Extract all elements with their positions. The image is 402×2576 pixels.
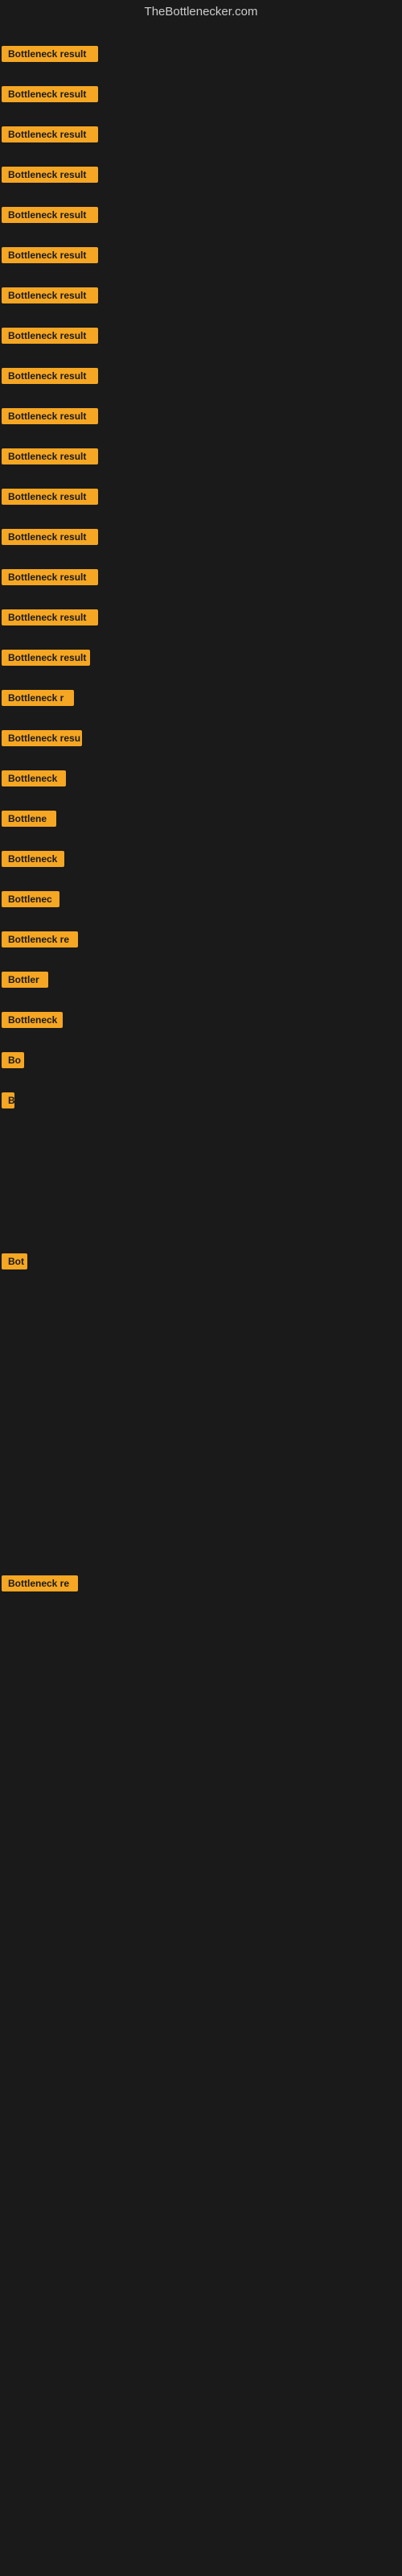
site-title: TheBottlenecker.com	[0, 5, 402, 19]
bottleneck-result-badge: Bottleneck result	[2, 489, 98, 505]
bottleneck-result-badge: Bottleneck result	[2, 207, 98, 223]
bottleneck-result-badge: Bot	[2, 1253, 27, 1269]
bottleneck-result-badge: Bottleneck resu	[2, 730, 82, 746]
bottleneck-result-badge: Bottleneck	[2, 851, 64, 867]
bottleneck-result-badge: Bottleneck result	[2, 529, 98, 545]
bottleneck-result-badge: Bottleneck result	[2, 368, 98, 384]
bottleneck-result-badge: Bottleneck result	[2, 569, 98, 585]
bottleneck-result-badge: Bottleneck result	[2, 328, 98, 344]
bottleneck-result-badge: Bottlenec	[2, 891, 59, 907]
bottleneck-result-badge: Bottleneck result	[2, 448, 98, 464]
bottleneck-result-badge: Bottleneck result	[2, 46, 98, 62]
bottleneck-result-badge: Bottleneck result	[2, 609, 98, 625]
bottleneck-result-badge: Bottleneck	[2, 1012, 63, 1028]
bottleneck-result-badge: Bottleneck re	[2, 931, 78, 947]
bottleneck-result-badge: Bo	[2, 1052, 24, 1068]
bottleneck-result-badge: Bottleneck re	[2, 1575, 78, 1591]
bottleneck-result-badge: Bottler	[2, 972, 48, 988]
bottleneck-result-badge: Bottleneck result	[2, 408, 98, 424]
bottleneck-result-badge: Bottlene	[2, 811, 56, 827]
bottleneck-result-badge: Bottleneck result	[2, 167, 98, 183]
bottleneck-result-badge: B	[2, 1092, 14, 1108]
bottleneck-result-badge: Bottleneck result	[2, 247, 98, 263]
bottleneck-result-badge: Bottleneck result	[2, 126, 98, 142]
bottleneck-result-badge: Bottleneck result	[2, 650, 90, 666]
bottleneck-result-badge: Bottleneck	[2, 770, 66, 786]
bottleneck-result-badge: Bottleneck result	[2, 86, 98, 102]
bottleneck-result-badge: Bottleneck r	[2, 690, 74, 706]
bottleneck-result-badge: Bottleneck result	[2, 287, 98, 303]
